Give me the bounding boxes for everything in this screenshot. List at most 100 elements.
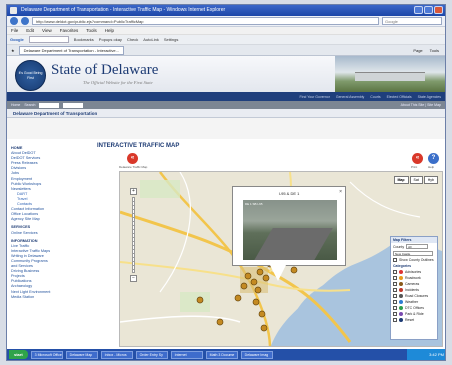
camera-marker[interactable]: [256, 268, 264, 276]
tab-bar: ★ Delaware Department of Transportation …: [7, 45, 445, 56]
taskbar-item[interactable]: Order Entry Sy: [135, 350, 168, 359]
camera-marker[interactable]: [290, 266, 298, 274]
category-checkbox[interactable]: [393, 288, 397, 292]
category-label: Reset: [405, 318, 415, 322]
taskbar-item[interactable]: Delaware Map: [65, 350, 98, 359]
zoom-out-button[interactable]: −: [130, 275, 137, 282]
check-button[interactable]: Check: [127, 37, 138, 42]
category-label: Park & Ride: [405, 312, 424, 316]
category-checkbox[interactable]: [393, 300, 397, 304]
link-search[interactable]: Search: [24, 103, 35, 107]
category-label: Advisories: [405, 270, 422, 274]
banner-photo: [335, 56, 445, 92]
url-input[interactable]: http://www.deldot.gov/public.ejs?command…: [32, 17, 379, 25]
tools-menu[interactable]: Tools: [430, 48, 439, 53]
taskbar-item[interactable]: Internet: [170, 350, 203, 359]
category-checkbox[interactable]: [393, 276, 397, 280]
camera-marker[interactable]: [250, 278, 258, 286]
taskbar-item[interactable]: Math 3 Docume: [205, 350, 238, 359]
county-outlines-label: Show County Outlines: [399, 258, 434, 262]
taskbar-item[interactable]: 3 Microsoft Office: [30, 350, 63, 359]
camera-marker[interactable]: [240, 282, 248, 290]
menu-view[interactable]: View: [42, 27, 52, 34]
search-input[interactable]: Google: [382, 17, 442, 25]
category-checkbox[interactable]: [393, 294, 397, 298]
camera-marker[interactable]: [234, 294, 242, 302]
map-type-hyb[interactable]: Hyb: [423, 176, 438, 184]
link-assembly[interactable]: General Assembly: [336, 94, 364, 101]
category-color-icon: [399, 318, 403, 322]
menu-help[interactable]: Help: [105, 27, 114, 34]
category-filter-item[interactable]: Reset: [391, 317, 437, 323]
start-button[interactable]: start: [9, 350, 28, 359]
camera-marker[interactable]: [258, 310, 266, 318]
link-governor[interactable]: Find Your Governor: [300, 94, 330, 101]
camera-marker[interactable]: [262, 274, 270, 282]
autolink-button[interactable]: AutoLink: [143, 37, 159, 42]
link-officials[interactable]: Elected Officials: [387, 94, 412, 101]
page-title: INTERACTIVE TRAFFIC MAP: [97, 143, 180, 149]
local-road-3: [349, 181, 421, 218]
menu-edit[interactable]: Edit: [26, 27, 34, 34]
county-all-select[interactable]: All: [406, 244, 429, 249]
camera-marker[interactable]: [254, 286, 262, 294]
camera-marker[interactable]: [216, 318, 224, 326]
help-button[interactable]: ?: [428, 153, 439, 164]
forward-button[interactable]: [21, 17, 29, 25]
map-type-sat[interactable]: Sat: [409, 176, 423, 184]
category-checkbox[interactable]: [393, 318, 397, 322]
nav-link[interactable]: Media Station: [11, 295, 91, 300]
popup-close-icon[interactable]: ×: [339, 189, 342, 195]
county-outlines-checkbox[interactable]: [393, 258, 397, 262]
site-title[interactable]: State of Delaware: [51, 62, 158, 79]
system-tray-clock: 3:42 PM: [407, 349, 445, 360]
camera-marker[interactable]: [260, 324, 268, 332]
camera-marker[interactable]: [252, 298, 260, 306]
link-courts[interactable]: Courts: [370, 94, 380, 101]
about-sitemap-links[interactable]: About This Site | Site Map: [401, 103, 445, 107]
print-button[interactable]: «: [412, 153, 423, 164]
traffic-map-home-button[interactable]: «: [127, 153, 138, 164]
zoom-in-button[interactable]: +: [130, 188, 137, 195]
category-checkbox[interactable]: [393, 270, 397, 274]
tab-delaware[interactable]: Delaware Department of Transportation - …: [18, 45, 124, 55]
category-color-icon: [399, 288, 403, 292]
maximize-button[interactable]: [424, 6, 433, 14]
nav-link[interactable]: Agency Site Map: [11, 217, 91, 222]
category-label: Road Closures: [405, 294, 429, 298]
category-checkbox[interactable]: [393, 312, 397, 316]
nav-link[interactable]: Online Services: [11, 231, 91, 236]
category-color-icon: [399, 276, 403, 280]
settings-button[interactable]: Settings: [164, 37, 178, 42]
taskbar-item[interactable]: Delaware Imag: [240, 350, 273, 359]
map-type-map[interactable]: Map: [393, 176, 409, 184]
address-bar: http://www.deldot.gov/public.ejs?command…: [7, 16, 445, 27]
delaware-seal-logo[interactable]: It's Good Being First: [15, 60, 46, 91]
favorites-star-icon[interactable]: ★: [11, 48, 15, 53]
site-search-input[interactable]: [39, 102, 60, 108]
category-checkbox[interactable]: [393, 282, 397, 286]
link-agencies[interactable]: State Agencies: [418, 94, 441, 101]
back-button[interactable]: [10, 17, 18, 25]
category-checkbox[interactable]: [393, 306, 397, 310]
site-search-scope[interactable]: [63, 102, 84, 108]
camera-marker[interactable]: [244, 272, 252, 280]
link-home[interactable]: Home: [11, 103, 20, 107]
ie-icon: [10, 7, 17, 14]
menu-tools[interactable]: Tools: [86, 27, 97, 34]
menu-favorites[interactable]: Favorites: [60, 27, 79, 34]
page-menu[interactable]: Page: [413, 48, 422, 53]
minimize-button[interactable]: [414, 6, 423, 14]
camera-marker[interactable]: [196, 296, 204, 304]
menu-file[interactable]: File: [11, 27, 18, 34]
bookmarks-button[interactable]: Bookmarks: [74, 37, 94, 42]
browser-window: Delaware Department of Transportation - …: [6, 4, 446, 361]
title-bar: Delaware Department of Transportation - …: [7, 5, 445, 16]
google-search-input[interactable]: [28, 36, 69, 43]
close-button[interactable]: [434, 6, 443, 14]
traffic-map[interactable]: + − Map Sat Hyb I-95 & DE 1 × DE 1 SB I-…: [119, 171, 443, 347]
county-select[interactable]: New Castle: [393, 251, 433, 256]
popups-button[interactable]: Popups okay: [99, 37, 122, 42]
zoom-slider[interactable]: [132, 197, 135, 273]
taskbar-item[interactable]: Inbox - Micros: [100, 350, 133, 359]
